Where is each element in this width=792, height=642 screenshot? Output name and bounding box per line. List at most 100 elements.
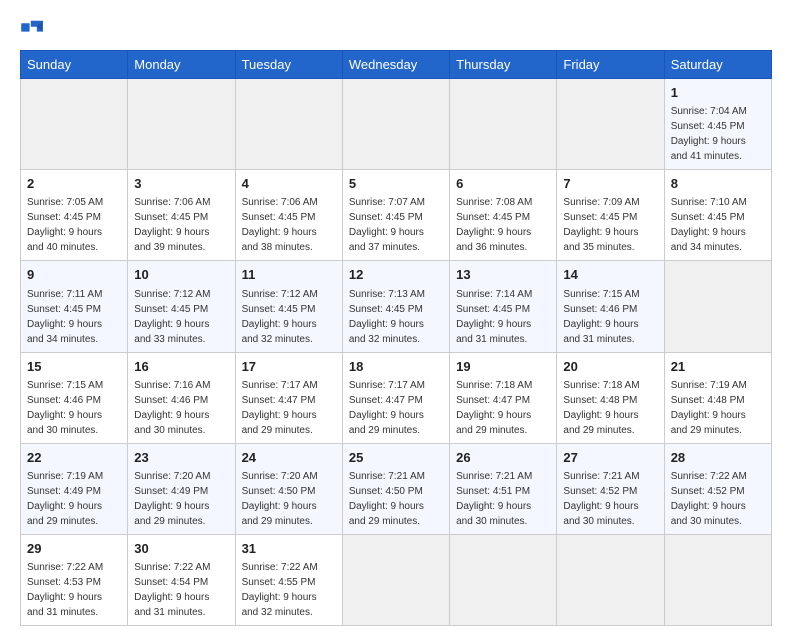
col-header-wednesday: Wednesday (342, 51, 449, 79)
logo (20, 16, 48, 40)
day-number: 30 (134, 540, 228, 558)
calendar-cell: 17Sunrise: 7:17 AMSunset: 4:47 PMDayligh… (235, 352, 342, 443)
calendar-cell (342, 79, 449, 170)
calendar-week-5: 22 Sunrise: 7:19 AMSunset: 4:49 PMDayligh… (21, 443, 772, 534)
calendar-cell (21, 79, 128, 170)
calendar-cell: 21 Sunrise: 7:19 AMSunset: 4:48 PMDayligh… (664, 352, 771, 443)
calendar-cell: 9Sunrise: 7:11 AMSunset: 4:45 PMDaylight… (21, 261, 128, 352)
col-header-monday: Monday (128, 51, 235, 79)
day-info: Sunrise: 7:09 AMSunset: 4:45 PMDaylight:… (563, 197, 639, 253)
calendar-cell: 18 Sunrise: 7:17 AMSunset: 4:47 PMDayligh… (342, 352, 449, 443)
day-info: Sunrise: 7:21 AMSunset: 4:52 PMDaylight:… (563, 471, 639, 527)
calendar-cell: 1Sunrise: 7:04 AMSunset: 4:45 PMDaylight… (664, 79, 771, 170)
calendar-week-1: 1Sunrise: 7:04 AMSunset: 4:45 PMDaylight… (21, 79, 772, 170)
day-number: 21 (671, 358, 765, 376)
calendar-cell: 4Sunrise: 7:06 AMSunset: 4:45 PMDaylight… (235, 170, 342, 261)
calendar-cell: 22 Sunrise: 7:19 AMSunset: 4:49 PMDayligh… (21, 443, 128, 534)
day-number: 23 (134, 449, 228, 467)
calendar-cell: 26 Sunrise: 7:21 AMSunset: 4:51 PMDayligh… (450, 443, 557, 534)
calendar-cell (235, 79, 342, 170)
calendar-cell: 28Sunrise: 7:22 AMSunset: 4:52 PMDayligh… (664, 443, 771, 534)
calendar-cell: 5 Sunrise: 7:07 AMSunset: 4:45 PMDaylight… (342, 170, 449, 261)
day-info: Sunrise: 7:10 AMSunset: 4:45 PMDaylight:… (671, 197, 747, 253)
day-info: Sunrise: 7:14 AMSunset: 4:45 PMDaylight:… (456, 289, 532, 345)
day-number: 31 (242, 540, 336, 558)
day-number: 29 (27, 540, 121, 558)
day-info: Sunrise: 7:21 AMSunset: 4:51 PMDaylight:… (456, 471, 532, 527)
calendar-cell: 10 Sunrise: 7:12 AMSunset: 4:45 PMDayligh… (128, 261, 235, 352)
day-number: 28 (671, 449, 765, 467)
day-number: 8 (671, 175, 765, 193)
day-number: 12 (349, 266, 443, 284)
day-number: 5 (349, 175, 443, 193)
day-info: Sunrise: 7:17 AMSunset: 4:47 PMDaylight:… (349, 380, 425, 436)
day-number: 3 (134, 175, 228, 193)
day-info: Sunrise: 7:20 AMSunset: 4:50 PMDaylight:… (242, 471, 318, 527)
calendar-cell: 3 Sunrise: 7:06 AMSunset: 4:45 PMDaylight… (128, 170, 235, 261)
calendar-cell: 11 Sunrise: 7:12 AMSunset: 4:45 PMDayligh… (235, 261, 342, 352)
header (20, 16, 772, 40)
calendar-cell: 24 Sunrise: 7:20 AMSunset: 4:50 PMDayligh… (235, 443, 342, 534)
calendar-cell: 13Sunrise: 7:14 AMSunset: 4:45 PMDayligh… (450, 261, 557, 352)
col-header-sunday: Sunday (21, 51, 128, 79)
calendar-cell: 25 Sunrise: 7:21 AMSunset: 4:50 PMDayligh… (342, 443, 449, 534)
day-number: 19 (456, 358, 550, 376)
day-info: Sunrise: 7:18 AMSunset: 4:47 PMDaylight:… (456, 380, 532, 436)
day-info: Sunrise: 7:12 AMSunset: 4:45 PMDaylight:… (242, 289, 318, 345)
calendar-cell: 27 Sunrise: 7:21 AMSunset: 4:52 PMDayligh… (557, 443, 664, 534)
day-info: Sunrise: 7:16 AMSunset: 4:46 PMDaylight:… (134, 380, 210, 436)
day-info: Sunrise: 7:18 AMSunset: 4:48 PMDaylight:… (563, 380, 639, 436)
day-number: 20 (563, 358, 657, 376)
day-number: 26 (456, 449, 550, 467)
day-info: Sunrise: 7:13 AMSunset: 4:45 PMDaylight:… (349, 289, 425, 345)
day-info: Sunrise: 7:07 AMSunset: 4:45 PMDaylight:… (349, 197, 425, 253)
calendar-cell: 12 Sunrise: 7:13 AMSunset: 4:45 PMDayligh… (342, 261, 449, 352)
calendar-cell (664, 261, 771, 352)
calendar-cell: 16 Sunrise: 7:16 AMSunset: 4:46 PMDayligh… (128, 352, 235, 443)
day-number: 1 (671, 84, 765, 102)
calendar-cell: 14 Sunrise: 7:15 AMSunset: 4:46 PMDayligh… (557, 261, 664, 352)
calendar-cell: 6Sunrise: 7:08 AMSunset: 4:45 PMDaylight… (450, 170, 557, 261)
col-header-friday: Friday (557, 51, 664, 79)
calendar-cell: 2Sunrise: 7:05 AMSunset: 4:45 PMDaylight… (21, 170, 128, 261)
calendar-week-4: 15 Sunrise: 7:15 AMSunset: 4:46 PMDayligh… (21, 352, 772, 443)
day-number: 27 (563, 449, 657, 467)
day-info: Sunrise: 7:22 AMSunset: 4:55 PMDaylight:… (242, 562, 318, 618)
col-header-saturday: Saturday (664, 51, 771, 79)
day-number: 16 (134, 358, 228, 376)
day-info: Sunrise: 7:15 AMSunset: 4:46 PMDaylight:… (563, 289, 639, 345)
day-number: 25 (349, 449, 443, 467)
day-number: 11 (242, 266, 336, 284)
calendar-cell: 23Sunrise: 7:20 AMSunset: 4:49 PMDayligh… (128, 443, 235, 534)
col-header-tuesday: Tuesday (235, 51, 342, 79)
calendar-week-3: 9Sunrise: 7:11 AMSunset: 4:45 PMDaylight… (21, 261, 772, 352)
day-number: 24 (242, 449, 336, 467)
day-info: Sunrise: 7:15 AMSunset: 4:46 PMDaylight:… (27, 380, 103, 436)
day-number: 10 (134, 266, 228, 284)
day-info: Sunrise: 7:19 AMSunset: 4:48 PMDaylight:… (671, 380, 747, 436)
calendar-table: SundayMondayTuesdayWednesdayThursdayFrid… (20, 50, 772, 626)
calendar-cell (128, 79, 235, 170)
calendar-week-2: 2Sunrise: 7:05 AMSunset: 4:45 PMDaylight… (21, 170, 772, 261)
day-number: 22 (27, 449, 121, 467)
calendar-cell: 7 Sunrise: 7:09 AMSunset: 4:45 PMDaylight… (557, 170, 664, 261)
day-info: Sunrise: 7:22 AMSunset: 4:53 PMDaylight:… (27, 562, 103, 618)
day-number: 2 (27, 175, 121, 193)
day-number: 15 (27, 358, 121, 376)
day-info: Sunrise: 7:21 AMSunset: 4:50 PMDaylight:… (349, 471, 425, 527)
day-info: Sunrise: 7:06 AMSunset: 4:45 PMDaylight:… (242, 197, 318, 253)
day-info: Sunrise: 7:12 AMSunset: 4:45 PMDaylight:… (134, 289, 210, 345)
day-number: 14 (563, 266, 657, 284)
calendar-cell: 19 Sunrise: 7:18 AMSunset: 4:47 PMDayligh… (450, 352, 557, 443)
day-info: Sunrise: 7:19 AMSunset: 4:49 PMDaylight:… (27, 471, 103, 527)
calendar-cell: 8 Sunrise: 7:10 AMSunset: 4:45 PMDaylight… (664, 170, 771, 261)
calendar-cell: 15 Sunrise: 7:15 AMSunset: 4:46 PMDayligh… (21, 352, 128, 443)
day-number: 18 (349, 358, 443, 376)
calendar-cell: 20 Sunrise: 7:18 AMSunset: 4:48 PMDayligh… (557, 352, 664, 443)
day-info: Sunrise: 7:06 AMSunset: 4:45 PMDaylight:… (134, 197, 210, 253)
day-info: Sunrise: 7:22 AMSunset: 4:54 PMDaylight:… (134, 562, 210, 618)
day-number: 7 (563, 175, 657, 193)
day-info: Sunrise: 7:17 AMSunset: 4:47 PMDaylight:… (242, 380, 318, 436)
logo-icon (20, 16, 44, 40)
day-info: Sunrise: 7:11 AMSunset: 4:45 PMDaylight:… (27, 289, 102, 345)
